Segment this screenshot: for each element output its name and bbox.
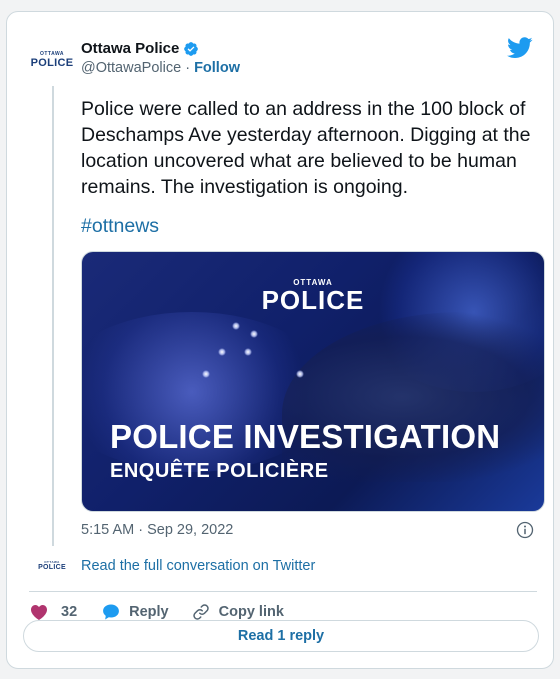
tweet-text: Police were called to an address in the … [81,98,531,198]
author-handle-row: @OttawaPolice · Follow [81,60,240,76]
media-light-dot [202,370,210,378]
media-car-silhouette [282,312,544,482]
read-conversation-link[interactable]: Read the full conversation on Twitter [81,558,315,574]
info-icon[interactable] [515,520,535,540]
author-name-row: Ottawa Police [81,40,199,57]
media-light-dot [250,330,258,338]
tweet-timestamp[interactable]: 5:15 AM · Sep 29, 2022 [81,522,233,538]
media-light-dot [296,370,304,378]
media-light-dot [218,348,226,356]
tweet-embed-card: OTTAWA POLICE Ottawa Police @OttawaPolic… [6,11,554,669]
link-icon [192,604,209,620]
small-police-logo: OTTAWA POLICE [29,560,75,572]
reply-label: Reply [129,604,169,620]
media-title: POLICE INVESTIGATION [110,418,501,455]
media-light-dot [232,322,240,330]
tweet-media-image[interactable]: OTTAWA POLICE POLICE INVESTIGATION ENQUÊ… [81,251,545,512]
media-light-dot [244,348,252,356]
speech-bubble-icon [103,604,120,620]
handle-separator: · [185,60,191,76]
media-subtitle: ENQUÊTE POLICIÈRE [110,460,329,482]
twitter-bird-icon[interactable] [507,37,533,59]
verified-badge-icon [184,41,199,56]
heart-icon [31,605,47,620]
like-button[interactable]: 32 [29,602,101,622]
read-conversation-row: OTTAWA POLICE Read the full conversation… [29,558,315,574]
action-bar: 32 Reply Copy link [29,602,284,622]
author-handle[interactable]: @OttawaPolice [81,60,181,76]
follow-link[interactable]: Follow [194,60,240,76]
read-replies-button[interactable]: Read 1 reply [23,620,539,652]
media-police-logo: OTTAWA POLICE [82,278,544,313]
author-name[interactable]: Ottawa Police [81,40,179,57]
hashtag-link[interactable]: #ottnews [81,215,159,238]
avatar-logo-main: POLICE [30,56,74,69]
like-count: 32 [61,604,78,620]
reply-button[interactable]: Reply [101,602,191,622]
copy-link-button[interactable]: Copy link [191,602,284,622]
author-avatar[interactable]: OTTAWA POLICE [29,46,75,74]
divider [29,591,537,592]
thread-line [52,86,54,546]
copy-link-label: Copy link [218,604,284,620]
small-logo-main: POLICE [38,563,66,571]
media-logo-main: POLICE [261,285,365,315]
